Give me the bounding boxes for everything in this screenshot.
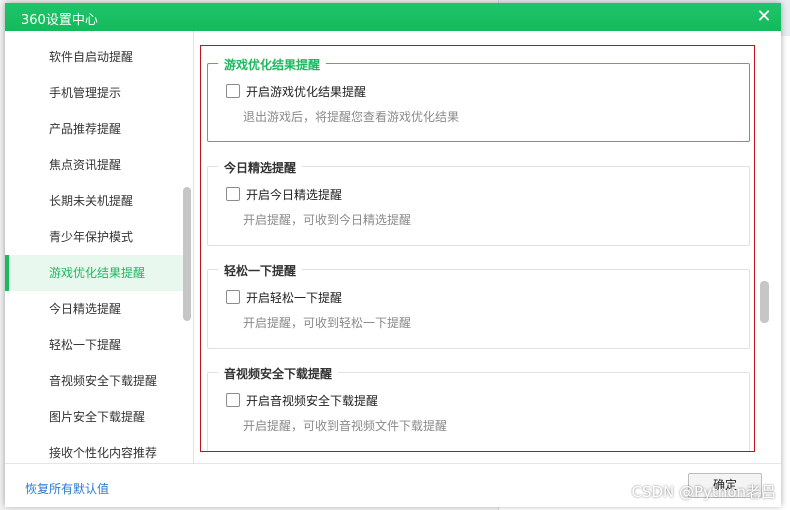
group-av-download: 音视频安全下载提醒 开启音视频安全下载提醒 开启提醒，可收到音视频文件下载提醒 — [207, 365, 750, 451]
sidebar-item-daily-picks[interactable]: 今日精选提醒 — [5, 291, 183, 327]
watermark-text: CSDN @Python老吕 — [631, 483, 776, 501]
sidebar-item-phone-management[interactable]: 手机管理提示 — [5, 75, 183, 111]
daily-picks-checkbox[interactable] — [226, 187, 240, 201]
sidebar-item-long-uptime[interactable]: 长期未关机提醒 — [5, 183, 183, 219]
sidebar-item-software-autostart[interactable]: 软件自启动提醒 — [5, 39, 183, 75]
checkbox-row[interactable]: 开启游戏优化结果提醒 — [226, 82, 366, 100]
checkbox-label[interactable]: 开启轻松一下提醒 — [246, 289, 342, 306]
checkbox-label[interactable]: 开启游戏优化结果提醒 — [246, 83, 366, 100]
content-scrollbar-thumb[interactable] — [760, 281, 769, 323]
settings-dialog: 360设置中心 ✕ 软件自启动提醒 手机管理提示 产品推荐提醒 焦点资讯提醒 长… — [5, 3, 781, 507]
relax-checkbox[interactable] — [226, 290, 240, 304]
group-description: 开启提醒，可收到今日精选提醒 — [243, 213, 412, 227]
group-daily-picks: 今日精选提醒 开启今日精选提醒 开启提醒，可收到今日精选提醒 — [207, 159, 750, 246]
group-title: 游戏优化结果提醒 — [218, 56, 327, 73]
sidebar-item-relax[interactable]: 轻松一下提醒 — [5, 327, 183, 363]
checkbox-label[interactable]: 开启今日精选提醒 — [246, 186, 342, 203]
game-optimize-checkbox[interactable] — [226, 84, 240, 98]
group-title: 轻松一下提醒 — [218, 262, 303, 279]
group-game-optimize: 游戏优化结果提醒 开启游戏优化结果提醒 退出游戏后，将提醒您查看游戏优化结果 — [207, 56, 750, 142]
sidebar-item-av-download[interactable]: 音视频安全下载提醒 — [5, 363, 183, 399]
settings-content: 游戏优化结果提醒 开启游戏优化结果提醒 退出游戏后，将提醒您查看游戏优化结果 今… — [200, 45, 755, 452]
sidebar: 软件自启动提醒 手机管理提示 产品推荐提醒 焦点资讯提醒 长期未关机提醒 青少年… — [5, 31, 194, 463]
restore-defaults-link[interactable]: 恢复所有默认值 — [25, 480, 109, 497]
group-relax: 轻松一下提醒 开启轻松一下提醒 开启提醒，可收到轻松一下提醒 — [207, 262, 750, 349]
title-bar[interactable]: 360设置中心 ✕ — [5, 3, 781, 31]
group-description: 开启提醒，可收到轻松一下提醒 — [243, 316, 412, 330]
checkbox-row[interactable]: 开启今日精选提醒 — [226, 185, 342, 203]
sidebar-item-image-download[interactable]: 图片安全下载提醒 — [5, 399, 183, 435]
sidebar-item-personalized[interactable]: 接收个性化内容推荐 — [5, 435, 183, 463]
window-title: 360设置中心 — [21, 13, 98, 28]
group-title: 音视频安全下载提醒 — [218, 365, 339, 382]
sidebar-item-game-optimize[interactable]: 游戏优化结果提醒 — [5, 255, 183, 291]
close-icon[interactable]: ✕ — [753, 6, 775, 28]
checkbox-row[interactable]: 开启音视频安全下载提醒 — [226, 391, 378, 409]
sidebar-item-focus-news[interactable]: 焦点资讯提醒 — [5, 147, 183, 183]
checkbox-row[interactable]: 开启轻松一下提醒 — [226, 288, 342, 306]
sidebar-scrollbar-thumb[interactable] — [183, 187, 191, 321]
av-download-checkbox[interactable] — [226, 393, 240, 407]
group-title: 今日精选提醒 — [218, 159, 303, 176]
group-description: 退出游戏后，将提醒您查看游戏优化结果 — [243, 110, 460, 124]
sidebar-item-product-recommend[interactable]: 产品推荐提醒 — [5, 111, 183, 147]
checkbox-label[interactable]: 开启音视频安全下载提醒 — [246, 392, 378, 409]
sidebar-item-teen-mode[interactable]: 青少年保护模式 — [5, 219, 183, 255]
group-description: 开启提醒，可收到音视频文件下载提醒 — [243, 419, 448, 433]
